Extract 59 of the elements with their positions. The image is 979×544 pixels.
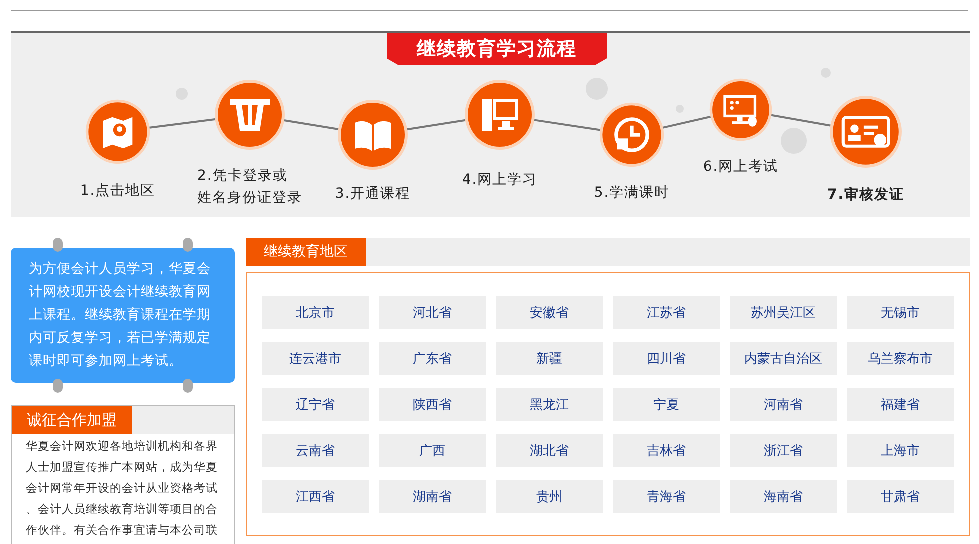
monitor-icon[interactable] <box>709 78 773 142</box>
connector-line <box>282 119 341 131</box>
region-link[interactable]: 浙江省 <box>730 434 837 467</box>
region-link[interactable]: 上海市 <box>847 434 954 467</box>
step-label: 姓名身份证登录 <box>198 189 302 208</box>
step-label: 4.网上学习 <box>462 171 538 190</box>
region-link[interactable]: 广东省 <box>379 342 486 375</box>
region-link[interactable]: 江西省 <box>262 480 369 513</box>
region-link[interactable]: 河北省 <box>379 296 486 329</box>
connector-line <box>532 118 602 132</box>
step-label: 5.学满课时 <box>594 184 670 203</box>
connector-line <box>661 116 713 130</box>
region-link[interactable]: 四川省 <box>613 342 720 375</box>
region-link[interactable]: 江苏省 <box>613 296 720 329</box>
book-icon[interactable] <box>337 99 409 171</box>
region-link[interactable]: 云南省 <box>262 434 369 467</box>
region-link[interactable]: 内蒙古自治区 <box>730 342 837 375</box>
region-link[interactable]: 安徽省 <box>496 296 603 329</box>
certificate-icon[interactable] <box>829 95 903 169</box>
region-link[interactable]: 苏州吴江区 <box>730 296 837 329</box>
region-link[interactable]: 连云港市 <box>262 342 369 375</box>
region-link[interactable]: 黑龙江 <box>496 388 603 421</box>
region-link[interactable]: 河南省 <box>730 388 837 421</box>
connector-line <box>769 114 833 128</box>
region-link[interactable]: 福建省 <box>847 388 954 421</box>
step-label: 1.点击地区 <box>80 182 156 201</box>
binder-peg <box>53 379 63 393</box>
connector-line <box>405 119 468 131</box>
notice-text: 为方便会计人员学习，华夏会计网校现开设会计继续教育网上课程。继续教育课程在学期内可反复学习，若已学满规定课时即可参加网上考试。 <box>29 260 212 371</box>
map-icon[interactable] <box>85 99 151 165</box>
region-link[interactable]: 新疆 <box>496 342 603 375</box>
binder-peg <box>53 238 63 252</box>
region-link[interactable]: 陕西省 <box>379 388 486 421</box>
region-link[interactable]: 吉林省 <box>613 434 720 467</box>
process-title: 继续教育学习流程 <box>387 33 607 65</box>
clock-icon[interactable] <box>599 102 665 168</box>
binder-peg <box>183 379 193 393</box>
region-link[interactable]: 甘肃省 <box>847 480 954 513</box>
region-link[interactable]: 青海省 <box>613 480 720 513</box>
region-link[interactable]: 广西 <box>379 434 486 467</box>
partner-text: 华夏会计网欢迎各地培训机构和各界人士加盟宣传推广本网站，成为华夏会计网常年开设的会计从业资格考试、会计人员继续教育培训等项目的合作伙伴。有关合作事宜请与本公司联 <box>25 438 219 539</box>
step-label: 6.网上考试 <box>703 158 779 177</box>
region-link[interactable]: 北京市 <box>262 296 369 329</box>
region-link[interactable]: 湖南省 <box>379 480 486 513</box>
partner-title: 诚征合作加盟 <box>12 406 132 434</box>
card-reader-icon[interactable] <box>214 79 286 151</box>
region-link[interactable]: 宁夏 <box>613 388 720 421</box>
region-link[interactable]: 贵州 <box>496 480 603 513</box>
region-link[interactable]: 湖北省 <box>496 434 603 467</box>
region-link[interactable]: 海南省 <box>730 480 837 513</box>
region-link[interactable]: 乌兰察布市 <box>847 342 954 375</box>
binder-peg <box>183 238 193 252</box>
region-link[interactable]: 辽宁省 <box>262 388 369 421</box>
region-link[interactable]: 无锡市 <box>847 296 954 329</box>
step-label: 3.开通课程 <box>335 185 411 204</box>
computer-icon[interactable] <box>464 79 536 151</box>
connector-line <box>148 118 218 130</box>
step-label: 7.审核发证 <box>827 186 905 205</box>
step-label: 2.凭卡登录或 <box>198 167 288 186</box>
